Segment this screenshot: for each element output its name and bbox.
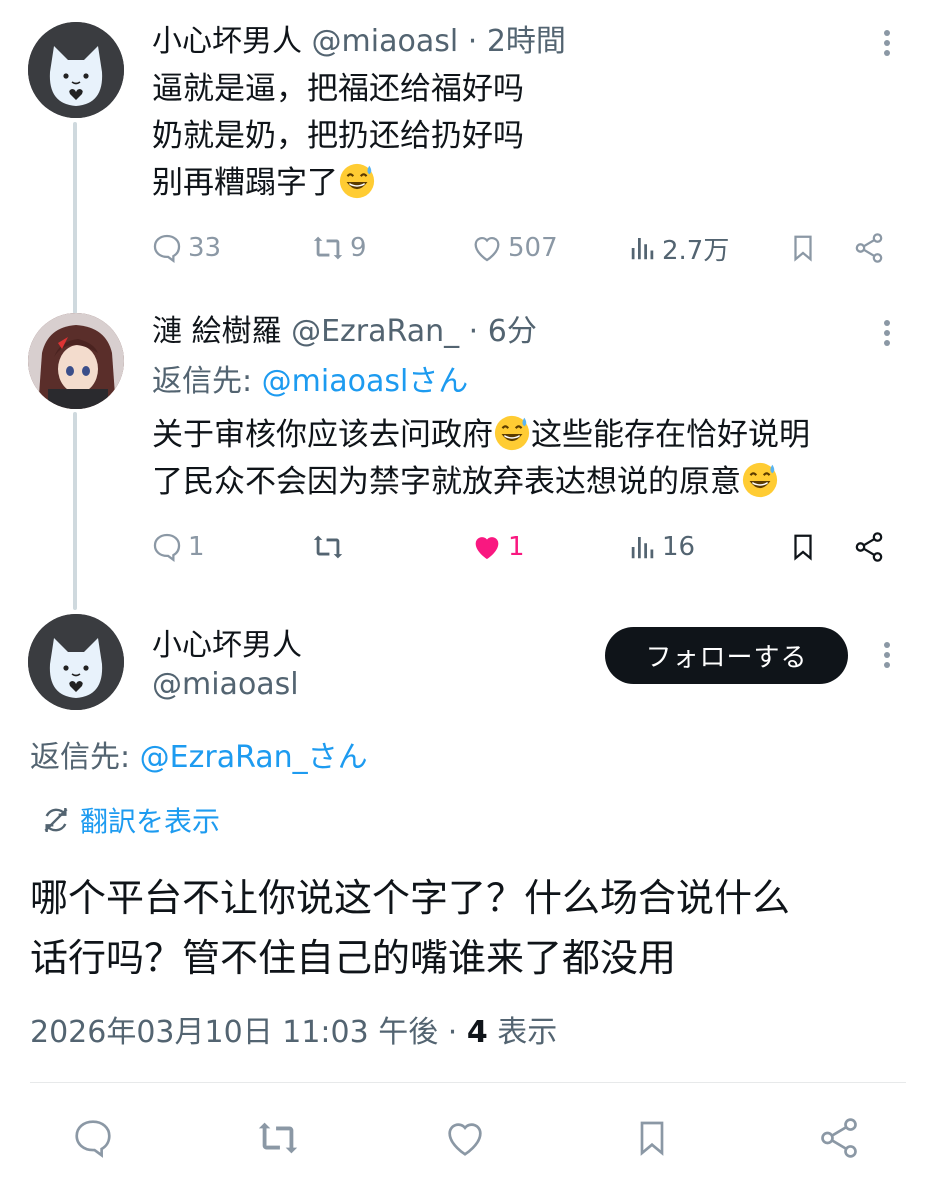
anime-character-avatar-icon — [28, 313, 124, 409]
reply-count: 33 — [188, 233, 222, 263]
bookmark-button[interactable] — [632, 1118, 672, 1158]
replying-to: 返信先: @miaoaslさん — [152, 364, 469, 399]
views-count: 4 — [466, 1015, 488, 1050]
timestamp[interactable]: 2時間 — [487, 24, 566, 59]
retweet-icon — [313, 236, 343, 260]
reply-button[interactable]: 33 — [150, 228, 221, 268]
translate-link[interactable]: 翻訳を表示 — [40, 800, 220, 840]
bookmark-icon — [794, 534, 812, 561]
tweet-line: 奶就是奶，把扔还给扔好吗 — [152, 118, 524, 154]
thread-line — [73, 412, 77, 610]
share-icon — [821, 1118, 857, 1158]
translate-icon — [44, 808, 68, 832]
reply-button[interactable]: 1 — [150, 527, 205, 567]
share-button[interactable] — [816, 1118, 862, 1158]
display-name[interactable]: 小心坏男人 — [152, 626, 302, 666]
display-name[interactable]: 漣 絵樹羅 — [152, 314, 282, 349]
views-count: 2.7万 — [662, 235, 730, 266]
heart-icon — [448, 1123, 482, 1156]
like-count: 507 — [508, 233, 558, 263]
share-button[interactable] — [852, 228, 886, 268]
reply-icon — [153, 533, 181, 562]
avatar[interactable] — [28, 22, 124, 118]
retweet-button[interactable] — [310, 527, 346, 567]
reply-icon — [75, 1120, 111, 1158]
tweet-line: 了民众不会因为禁字就放弃表达想说的原意 — [152, 459, 810, 506]
like-button[interactable]: 507 — [470, 228, 558, 268]
like-button[interactable] — [442, 1118, 488, 1158]
tweet-header: 漣 絵樹羅 @EzraRan_ · 6分 — [152, 312, 537, 352]
tweet-header: 小心坏男人 @miaoasl · 2時間 — [152, 22, 566, 62]
tweet-meta: 2026年03月10日 11:03 午後 · 4 表示 — [30, 1012, 557, 1054]
thread-line — [73, 122, 77, 314]
share-icon — [855, 233, 883, 263]
reply-to-link[interactable]: @miaoaslさん — [262, 364, 469, 399]
timestamp[interactable]: 6分 — [488, 314, 537, 349]
like-count: 1 — [508, 532, 525, 562]
avatar[interactable] — [28, 313, 124, 409]
share-button[interactable] — [852, 527, 886, 567]
bookmark-button[interactable] — [788, 527, 818, 567]
like-button[interactable]: 1 — [470, 527, 525, 567]
tweet-line: 话行吗？管不住自己的嘴谁来了都没用 — [30, 936, 677, 980]
bookmark-icon — [640, 1121, 664, 1156]
reply-to-link[interactable]: @EzraRan_さん — [140, 740, 368, 775]
tweet-line: 逼就是逼，把福还给福好吗 — [152, 71, 524, 107]
tweet-line: 关于审核你应该去问政府 这些能存在恰好说明 — [152, 412, 810, 459]
sweat-smile-emoji-icon — [494, 415, 530, 451]
retweet-button[interactable] — [254, 1118, 302, 1158]
more-options-icon[interactable] — [882, 642, 892, 672]
more-options-icon[interactable] — [882, 30, 892, 60]
retweet-icon — [313, 535, 343, 559]
follow-button[interactable]: フォローする — [605, 627, 848, 684]
tweet-text: 关于审核你应该去问政府 这些能存在恰好说明 了民众不会因为禁字就放弃表达想说的原意 — [152, 412, 810, 506]
tweet-line: 哪个平台不让你说这个字了？什么场合说什么 — [30, 876, 791, 920]
user-handle[interactable]: @EzraRan_ — [291, 314, 459, 349]
sweat-smile-emoji-icon — [742, 462, 778, 498]
heart-filled-icon — [475, 537, 499, 560]
replying-to: 返信先: @EzraRan_さん — [30, 740, 368, 775]
retweet-icon — [258, 1122, 298, 1154]
views-button[interactable]: 2.7万 — [628, 228, 729, 268]
tweet-text: 逼就是逼，把福还给福好吗 奶就是奶，把扔还给扔好吗 别再糟蹋字了 — [152, 66, 524, 207]
user-handle[interactable]: @miaoasl — [312, 24, 459, 59]
sweat-smile-emoji-icon — [339, 163, 375, 199]
cat-avatar-icon — [28, 614, 124, 710]
heart-icon — [474, 237, 500, 262]
divider — [30, 1082, 906, 1083]
full-timestamp[interactable]: 2026年03月10日 11:03 午後 — [30, 1015, 438, 1050]
share-icon — [855, 532, 883, 562]
separator: · — [447, 1015, 458, 1050]
views-icon — [631, 537, 654, 559]
reply-icon — [153, 234, 181, 263]
retweet-button[interactable]: 9 — [310, 228, 367, 268]
views-button[interactable]: 16 — [628, 527, 695, 567]
user-handle[interactable]: @miaoasl — [152, 665, 299, 705]
cat-avatar-icon — [28, 22, 124, 118]
tweet-text: 哪个平台不让你说这个字了？什么场合说什么 话行吗？管不住自己的嘴谁来了都没用 — [30, 868, 790, 988]
tweet-line: 别再糟蹋字了 — [152, 160, 524, 207]
reply-button[interactable] — [70, 1118, 116, 1158]
avatar[interactable] — [28, 614, 124, 710]
display-name[interactable]: 小心坏男人 — [152, 24, 302, 59]
views-icon — [631, 238, 654, 260]
more-options-icon[interactable] — [882, 320, 892, 350]
views-label: 表示 — [497, 1015, 558, 1050]
views-count: 16 — [662, 532, 696, 562]
retweet-count: 9 — [350, 233, 367, 263]
separator: · — [467, 24, 478, 59]
reply-count: 1 — [188, 532, 205, 562]
separator: · — [468, 314, 479, 349]
bookmark-button[interactable] — [788, 228, 818, 268]
bookmark-icon — [794, 235, 812, 262]
